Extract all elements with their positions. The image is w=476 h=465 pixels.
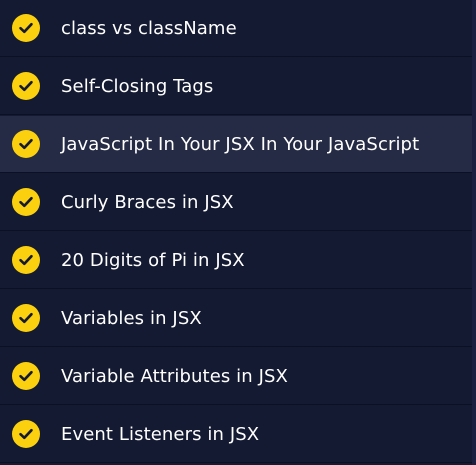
lesson-label: Variables in JSX — [61, 307, 202, 329]
lesson-label: Self-Closing Tags — [61, 75, 214, 97]
checkmark-circle-icon — [12, 130, 40, 158]
checkmark-circle-icon — [12, 420, 40, 448]
checkmark-circle-icon — [12, 246, 40, 274]
lesson-label: JavaScript In Your JSX In Your JavaScrip… — [61, 133, 420, 155]
lesson-label: Event Listeners in JSX — [61, 423, 260, 445]
lesson-list: class vs className Self-Closing Tags Jav… — [0, 0, 476, 465]
lesson-label: Curly Braces in JSX — [61, 191, 234, 213]
checkmark-circle-icon — [12, 304, 40, 332]
lesson-label: Variable Attributes in JSX — [61, 365, 288, 387]
lesson-item-20-digits-of-pi[interactable]: 20 Digits of Pi in JSX — [0, 232, 472, 289]
lesson-label: class vs className — [61, 17, 237, 39]
checkmark-circle-icon — [12, 362, 40, 390]
checkmark-circle-icon — [12, 72, 40, 100]
lesson-label: 20 Digits of Pi in JSX — [61, 249, 245, 271]
lesson-item-class-vs-classname[interactable]: class vs className — [0, 0, 472, 57]
lesson-item-javascript-in-your-jsx[interactable]: JavaScript In Your JSX In Your JavaScrip… — [0, 116, 472, 173]
lesson-item-variable-attributes-in-jsx[interactable]: Variable Attributes in JSX — [0, 348, 472, 405]
lesson-item-event-listeners-in-jsx[interactable]: Event Listeners in JSX — [0, 406, 472, 463]
lesson-item-variables-in-jsx[interactable]: Variables in JSX — [0, 290, 472, 347]
lesson-item-self-closing-tags[interactable]: Self-Closing Tags — [0, 58, 472, 115]
lesson-item-curly-braces-in-jsx[interactable]: Curly Braces in JSX — [0, 174, 472, 231]
checkmark-circle-icon — [12, 14, 40, 42]
checkmark-circle-icon — [12, 188, 40, 216]
scrollbar[interactable] — [472, 0, 476, 465]
